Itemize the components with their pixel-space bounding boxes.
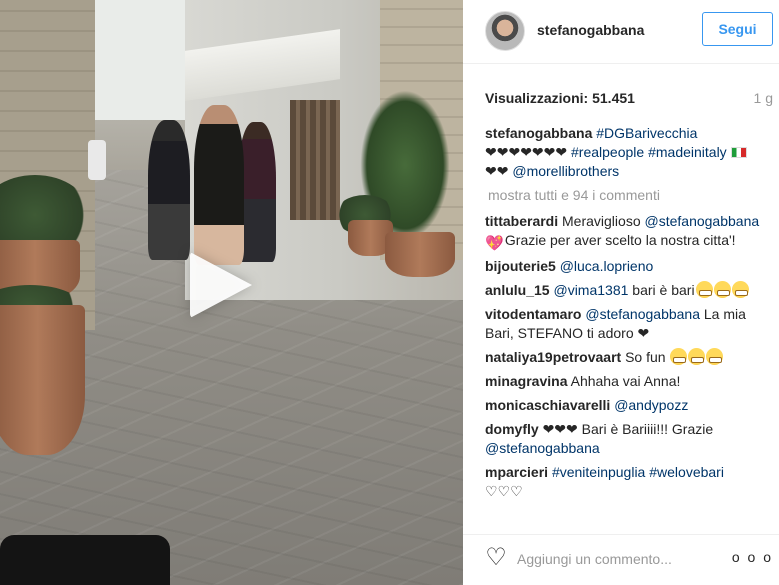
author-username[interactable]: stefanogabbana [537, 22, 644, 38]
comment: bijouterie5 @luca.loprieno [485, 257, 761, 276]
mention[interactable]: @stefanogabbana [645, 213, 760, 229]
sparkling-heart-icon: 💖 [485, 235, 504, 252]
mention[interactable]: @vima1381 [553, 282, 628, 298]
comment-text: Grazie per aver scelto la nostra citta'! [504, 232, 736, 248]
grin-emoji-icon [706, 348, 724, 365]
comment-text: Meraviglioso [562, 213, 641, 229]
comment-username[interactable]: minagravina [485, 373, 567, 389]
post-video[interactable] [0, 0, 463, 585]
comment-username[interactable]: nataliya19petrovaart [485, 349, 621, 365]
caption: stefanogabbana #DGBarivecchia ❤❤❤❤❤❤❤ #r… [485, 124, 761, 181]
comment-input[interactable] [517, 547, 737, 571]
comment-list: stefanogabbana #DGBarivecchia ❤❤❤❤❤❤❤ #r… [485, 124, 761, 534]
views-count: 51.451 [592, 90, 635, 106]
post-sidebar: stefanogabbana Segui Visualizzazioni: 51… [463, 0, 779, 585]
hashtag[interactable]: #welovebari [649, 464, 724, 480]
post-header: stefanogabbana Segui [463, 0, 779, 64]
grin-emoji-icon [731, 281, 749, 298]
mention[interactable]: @luca.loprieno [560, 258, 654, 274]
flower-pot [385, 232, 455, 277]
comment: domyfly ❤❤❤ Bari è Bariiii!!! Grazie @st… [485, 420, 761, 458]
sky [95, 0, 185, 120]
mention[interactable]: @stefanogabbana [585, 306, 700, 322]
comment-bar: ♡ o o o [463, 534, 779, 585]
comment-text: ❤❤❤ Bari è Bariiii!!! Grazie [542, 421, 714, 437]
show-all-comments-link[interactable]: mostra tutti e 94 i commenti [488, 186, 761, 205]
comment-username[interactable]: mparcieri [485, 464, 548, 480]
phone-silhouette [0, 535, 170, 585]
avatar[interactable] [485, 11, 525, 51]
doorway [290, 100, 340, 220]
grin-emoji-icon [670, 348, 688, 365]
comment-username[interactable]: domyfly [485, 421, 539, 437]
comment-username[interactable]: vitodentamaro [485, 306, 581, 322]
views-row: Visualizzazioni: 51.451 1 g [485, 90, 773, 108]
comment-text: ♡♡♡ [485, 483, 523, 499]
mention[interactable]: @stefanogabbana [485, 440, 600, 456]
comment-username[interactable]: monicaschiavarelli [485, 397, 610, 413]
comment-username[interactable]: anlulu_15 [485, 282, 550, 298]
comment: anlulu_15 @vima1381 bari è bari [485, 281, 761, 300]
hashtag[interactable]: #realpeople [571, 144, 644, 160]
caption-username[interactable]: stefanogabbana [485, 125, 592, 141]
post-time[interactable]: 1 g [754, 90, 773, 106]
grin-emoji-icon [713, 281, 731, 298]
comment-text: So fun [625, 349, 666, 365]
scooter [88, 140, 106, 180]
comment: minagravina Ahhaha vai Anna! [485, 372, 761, 391]
comment: vitodentamaro @stefanogabbana La mia Bar… [485, 305, 761, 343]
caption-hearts: ❤❤ [485, 163, 509, 179]
follow-button[interactable]: Segui [702, 12, 773, 46]
comment-text: bari è bari [632, 282, 695, 298]
flower-pot [0, 305, 85, 455]
grin-emoji-icon [695, 281, 713, 298]
comment-text: Ahhaha vai Anna! [570, 373, 681, 389]
caption-hearts: ❤❤❤❤❤❤❤ [485, 144, 568, 160]
comment-username[interactable]: bijouterie5 [485, 258, 556, 274]
comment: nataliya19petrovaart So fun [485, 348, 761, 367]
comment: mparcieri #veniteinpuglia #welovebari ♡♡… [485, 463, 761, 501]
more-options-icon[interactable]: o o o [732, 549, 773, 565]
views-label: Visualizzazioni: [485, 90, 589, 106]
comment-username[interactable]: tittaberardi [485, 213, 558, 229]
heart-icon[interactable]: ♡ [483, 545, 509, 571]
hashtag[interactable]: #DGBarivecchia [596, 125, 697, 141]
hashtag[interactable]: #veniteinpuglia [552, 464, 645, 480]
mention[interactable]: @morellibrothers [512, 163, 619, 179]
play-icon[interactable] [190, 252, 252, 318]
person-walking [194, 105, 244, 265]
italy-flag-icon [730, 147, 747, 158]
mention[interactable]: @andypozz [614, 397, 688, 413]
comment: monicaschiavarelli @andypozz [485, 396, 761, 415]
person-walking [148, 120, 190, 260]
comment: tittaberardi Meraviglioso @stefanogabban… [485, 212, 761, 252]
hashtag[interactable]: #madeinitaly [648, 144, 727, 160]
grin-emoji-icon [688, 348, 706, 365]
